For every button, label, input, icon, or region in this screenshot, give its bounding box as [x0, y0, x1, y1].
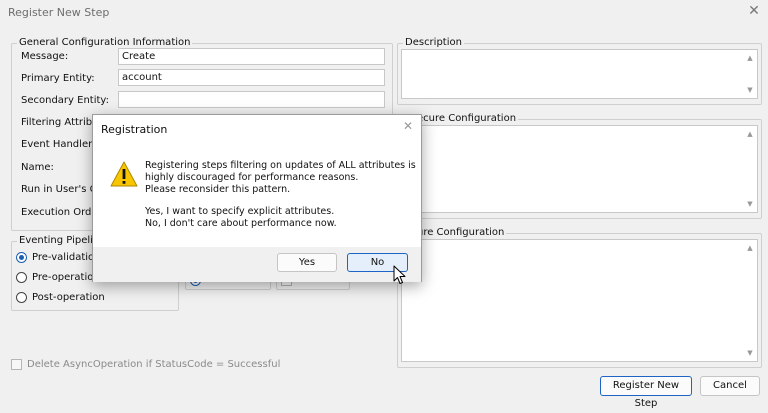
description-label: Description	[403, 37, 464, 49]
event-handler-label: Event Handler:	[21, 139, 96, 150]
window-close-icon[interactable]: ✕	[746, 3, 762, 19]
unsecure-config-label: ecure Configuration	[415, 113, 519, 125]
secure-config-textarea[interactable]: ▲ ▼	[401, 239, 758, 362]
unsecure-config-textarea[interactable]: ▲ ▼	[401, 125, 758, 213]
dialog-message-line: No, I don't care about performance now.	[145, 218, 337, 229]
dialog-body: Registering steps filtering on updates o…	[93, 143, 421, 247]
post-operation-label[interactable]: Post-operation	[32, 292, 105, 303]
secondary-entity-field[interactable]	[118, 91, 385, 108]
primary-entity-field[interactable]: account	[118, 69, 385, 86]
scroll-up-icon[interactable]: ▲	[746, 244, 754, 252]
mouse-cursor-icon	[393, 265, 406, 284]
description-textarea[interactable]: ▲ ▼	[401, 49, 758, 99]
window-title: Register New Step	[8, 6, 110, 19]
dialog-message-line: Please reconsider this pattern.	[145, 184, 291, 195]
delete-async-checkbox[interactable]	[11, 359, 22, 370]
scroll-up-icon[interactable]: ▲	[746, 130, 754, 138]
scroll-up-icon[interactable]: ▲	[746, 54, 754, 62]
pre-validation-radio[interactable]	[16, 252, 27, 263]
registration-dialog: Registration ✕ Registering steps filteri…	[92, 114, 422, 282]
pre-operation-label[interactable]: Pre-operation	[32, 272, 100, 283]
dialog-message-line: highly discouraged for performance reaso…	[145, 172, 359, 183]
name-label: Name:	[21, 162, 54, 173]
message-field[interactable]: Create	[118, 48, 385, 65]
post-operation-radio[interactable]	[16, 292, 27, 303]
yes-button[interactable]: Yes	[277, 253, 337, 272]
scroll-down-icon[interactable]: ▼	[746, 200, 754, 208]
dialog-message-line: Registering steps filtering on updates o…	[145, 160, 416, 171]
register-new-step-button[interactable]: Register New Step	[600, 376, 692, 409]
scroll-down-icon[interactable]: ▼	[746, 349, 754, 357]
scroll-down-icon[interactable]: ▼	[746, 86, 754, 94]
warning-icon	[110, 161, 138, 187]
dialog-title: Registration	[101, 123, 168, 136]
dialog-footer: Yes No	[93, 247, 421, 282]
secondary-entity-label: Secondary Entity:	[21, 95, 109, 106]
secure-config-label: ure Configuration	[415, 227, 507, 239]
message-label: Message:	[21, 51, 69, 62]
pre-validation-label[interactable]: Pre-validation	[32, 252, 100, 263]
delete-async-label[interactable]: Delete AsyncOperation if StatusCode = Su…	[27, 359, 280, 370]
cancel-button[interactable]: Cancel	[700, 376, 760, 396]
pre-operation-radio[interactable]	[16, 272, 27, 283]
primary-entity-label: Primary Entity:	[21, 73, 95, 84]
dialog-message-line: Yes, I want to specify explicit attribut…	[145, 206, 335, 217]
dialog-close-icon[interactable]: ✕	[401, 119, 415, 133]
